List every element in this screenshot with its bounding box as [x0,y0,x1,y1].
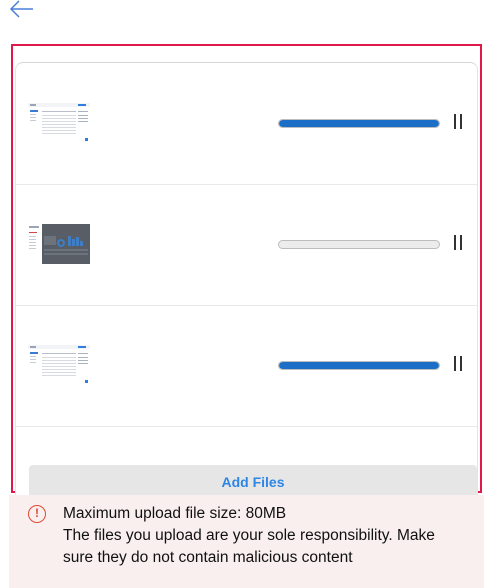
file-row [16,184,477,306]
pause-button[interactable] [452,356,466,374]
exclamation-circle-icon: ! [28,505,46,523]
max-size-text: Maximum upload file size: 80MB [63,505,287,522]
pause-button[interactable] [452,114,466,132]
pause-button[interactable] [452,235,466,253]
upload-notice: ! Maximum upload file size: 80MB The fil… [9,495,484,588]
file-thumbnail [28,103,90,143]
file-list: Add Files [15,62,478,498]
progress-fill [279,120,439,127]
progress-fill [279,362,439,369]
upload-progress-bar [278,361,440,370]
file-thumbnail [28,224,90,264]
upload-panel: Add Files [11,44,482,498]
responsibility-text: The files you upload are your sole respo… [63,527,435,566]
file-thumbnail [28,345,90,385]
add-files-button[interactable]: Add Files [29,465,477,498]
file-row [16,305,477,427]
file-row [16,63,477,185]
back-arrow-icon[interactable] [8,0,36,20]
upload-progress-bar [278,240,440,249]
notice-text: Maximum upload file size: 80MB The files… [63,503,463,569]
upload-progress-bar [278,119,440,128]
